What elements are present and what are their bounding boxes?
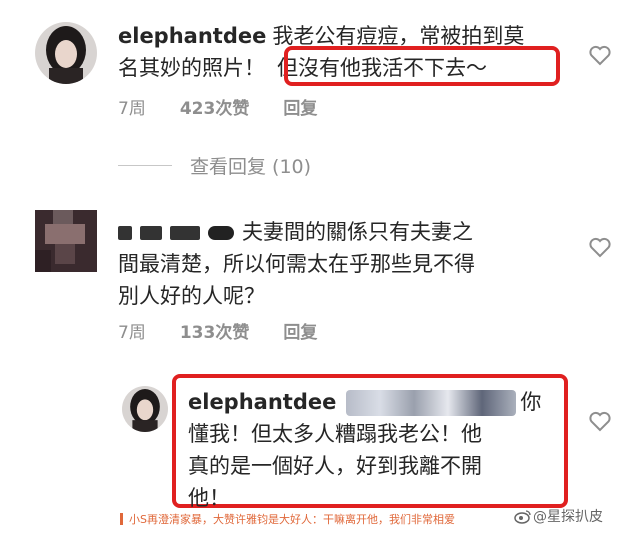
like-count[interactable]: 133次赞 bbox=[180, 318, 250, 343]
masked-username[interactable] bbox=[118, 226, 132, 240]
comment-text: elephantdee 你 懂我！但太多人糟蹋我老公！他 真的是一個好人，好到我離… bbox=[188, 390, 542, 510]
comment-time: 7周 bbox=[118, 99, 146, 119]
like-heart-icon[interactable] bbox=[588, 410, 612, 432]
comment-meta: 7周 133次赞 回复 bbox=[118, 318, 317, 343]
reply-button[interactable]: 回复 bbox=[283, 318, 317, 343]
caption: 小S再澄清家暴，大赞许雅钧是大好人：干嘛离开他，我们非常相爱 bbox=[120, 511, 455, 527]
comment-username[interactable]: elephantdee bbox=[188, 390, 336, 414]
avatar-elephantdee[interactable] bbox=[35, 22, 97, 84]
like-heart-icon[interactable] bbox=[588, 236, 612, 258]
reply-button[interactable]: 回复 bbox=[283, 94, 317, 119]
avatar-elephantdee[interactable] bbox=[122, 386, 168, 432]
comment-username[interactable]: elephantdee bbox=[118, 24, 266, 48]
watermark: @星探扒皮 bbox=[533, 509, 603, 525]
highlight-box bbox=[284, 46, 560, 86]
divider-line bbox=[118, 165, 172, 166]
like-count[interactable]: 423次赞 bbox=[180, 94, 250, 119]
comment-meta: 7周 423次赞 回复 bbox=[118, 94, 317, 119]
blurred-mention[interactable] bbox=[346, 390, 517, 416]
caption-bar bbox=[120, 513, 123, 525]
caption-text: 小S再澄清家暴，大赞许雅钧是大好人：干嘛离开他，我们非常相爱 bbox=[129, 513, 455, 526]
comment-time: 7周 bbox=[118, 323, 146, 343]
like-heart-icon[interactable] bbox=[588, 44, 612, 66]
comment-text: 夫妻間的關係只有夫妻之 間最清楚，所以何需太在乎那些見不得 別人好的人呢？ bbox=[118, 220, 475, 308]
avatar-blurred[interactable] bbox=[35, 210, 97, 272]
view-replies-label[interactable]: 查看回复 (10) bbox=[190, 152, 311, 179]
view-replies[interactable]: 查看回复 (10) bbox=[118, 152, 311, 179]
weibo-icon bbox=[514, 508, 532, 524]
